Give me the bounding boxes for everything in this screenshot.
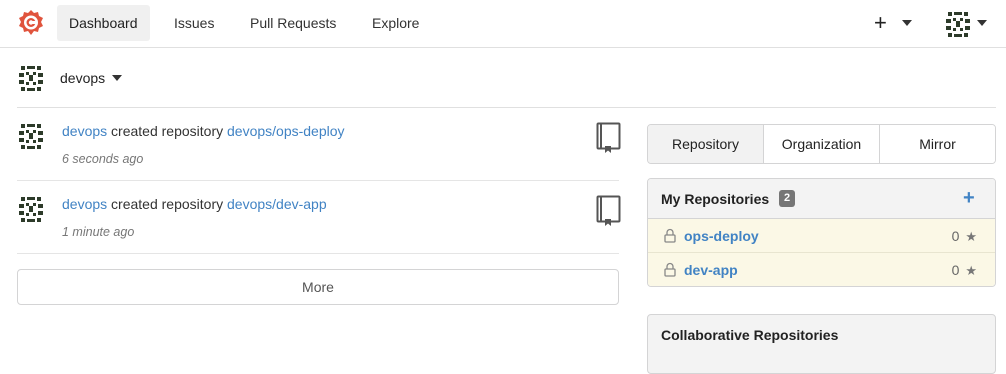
- star-icon: ★: [965, 229, 977, 244]
- feed-timestamp: 6 seconds ago: [62, 152, 144, 166]
- tab-mirror[interactable]: Mirror: [880, 125, 995, 163]
- create-new-button[interactable]: +: [874, 10, 887, 36]
- top-navbar: Dashboard Issues Pull Requests Explore +: [0, 0, 1006, 48]
- feed-action: created repository: [111, 196, 224, 212]
- chevron-down-icon[interactable]: [977, 20, 987, 26]
- repo-count-badge: 2: [779, 190, 796, 207]
- star-count: 0: [951, 262, 960, 278]
- chevron-down-icon[interactable]: [112, 75, 122, 81]
- nav-issues[interactable]: Issues: [162, 5, 226, 41]
- repo-link[interactable]: dev-app: [684, 262, 738, 278]
- feed-timestamp: 1 minute ago: [62, 225, 135, 239]
- lock-icon: [664, 262, 676, 277]
- feed-repo-link[interactable]: devops/ops-deploy: [227, 123, 345, 139]
- identicon-avatar-icon[interactable]: [944, 10, 972, 38]
- book-icon: [596, 122, 621, 153]
- tab-organization[interactable]: Organization: [764, 125, 880, 163]
- repo-stars: 0 ★: [952, 262, 977, 279]
- nav-explore[interactable]: Explore: [360, 5, 431, 41]
- book-icon: [596, 195, 621, 226]
- panel-title: My Repositories: [661, 191, 770, 207]
- my-repositories-panel: My Repositories 2 + ops-deploy 0 ★ dev-a…: [647, 178, 996, 287]
- feed-action: created repository: [111, 123, 224, 139]
- identicon-avatar-icon[interactable]: [17, 122, 45, 150]
- collaborative-repositories-panel: Collaborative Repositories: [647, 314, 996, 374]
- gitea-logo-icon[interactable]: [17, 9, 45, 37]
- feed-item: devops created repository devops/ops-dep…: [17, 108, 621, 181]
- repo-type-tabs: Repository Organization Mirror: [647, 124, 996, 164]
- context-switcher[interactable]: devops: [60, 70, 105, 86]
- feed-item: devops created repository devops/dev-app…: [17, 181, 621, 254]
- feed-text: devops created repository devops/ops-dep…: [62, 123, 345, 139]
- feed-user-link[interactable]: devops: [62, 196, 107, 212]
- feed-text: devops created repository devops/dev-app: [62, 196, 327, 212]
- panel-title: Collaborative Repositories: [661, 327, 839, 343]
- panel-header: My Repositories 2 +: [648, 179, 995, 219]
- feed-repo-link[interactable]: devops/dev-app: [227, 196, 327, 212]
- add-repository-button[interactable]: +: [963, 186, 975, 210]
- star-icon: ★: [965, 263, 977, 278]
- repo-link[interactable]: ops-deploy: [684, 228, 759, 244]
- repo-list-item[interactable]: dev-app 0 ★: [648, 253, 995, 286]
- star-count: 0: [951, 228, 960, 244]
- nav-dashboard[interactable]: Dashboard: [57, 5, 150, 41]
- repo-stars: 0 ★: [952, 228, 977, 245]
- identicon-avatar-icon[interactable]: [17, 195, 45, 223]
- lock-icon: [664, 228, 676, 243]
- repo-list-item[interactable]: ops-deploy 0 ★: [648, 219, 995, 253]
- chevron-down-icon[interactable]: [902, 20, 912, 26]
- nav-pull-requests[interactable]: Pull Requests: [238, 5, 348, 41]
- tab-repository[interactable]: Repository: [648, 125, 764, 163]
- identicon-avatar-icon: [17, 64, 45, 92]
- feed-user-link[interactable]: devops: [62, 123, 107, 139]
- feed-more-button[interactable]: More: [17, 269, 619, 305]
